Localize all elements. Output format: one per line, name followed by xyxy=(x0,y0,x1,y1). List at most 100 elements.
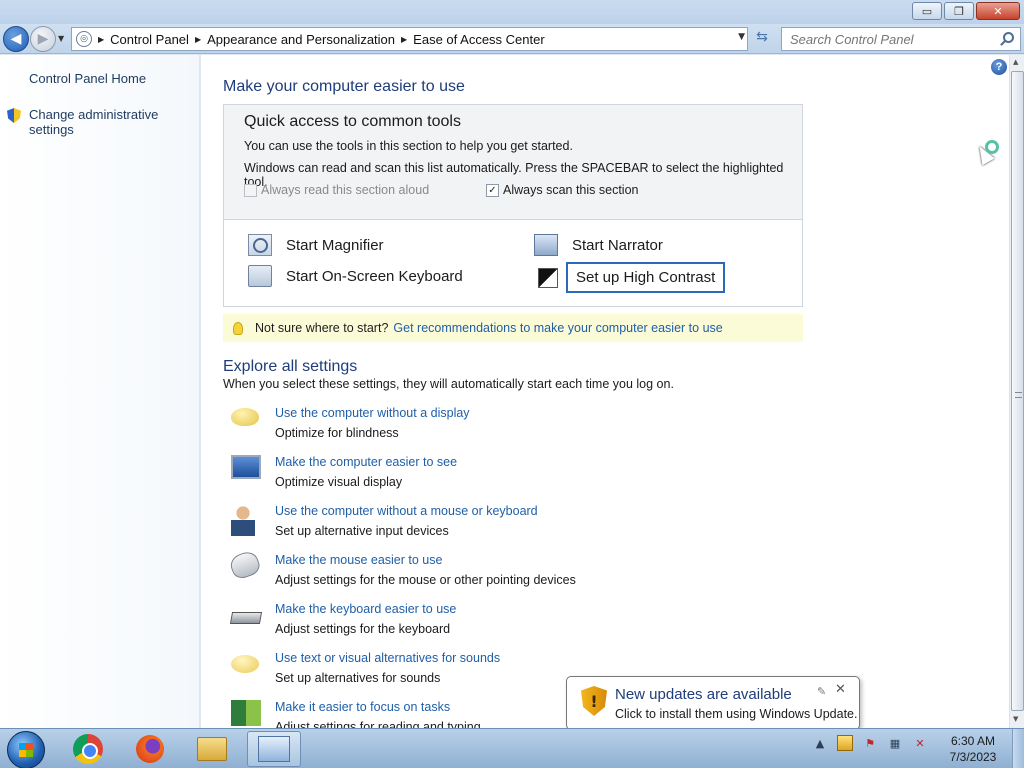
mouse-icon xyxy=(227,548,263,582)
windows-update-tray-icon[interactable] xyxy=(837,735,853,751)
clock[interactable]: 6:30 AM 7/3/2023 xyxy=(940,733,1006,765)
mouse-easier-link[interactable]: Make the mouse easier to use xyxy=(275,553,442,567)
monitor-icon xyxy=(231,455,261,479)
page-title: Make your computer easier to use xyxy=(223,78,465,95)
explore-heading: Explore all settings xyxy=(223,358,358,375)
lightbulb-icon xyxy=(233,321,243,335)
taskbar: ▲ ⚑ ▦ ✕ 6:30 AM 7/3/2023 xyxy=(0,728,1024,768)
start-magnifier-button[interactable]: Start Magnifier xyxy=(248,234,384,256)
setting-description: Adjust settings for the mouse or other p… xyxy=(275,573,576,587)
start-magnifier-label: Start Magnifier xyxy=(286,236,384,254)
breadcrumb-ease-of-access[interactable]: Ease of Access Center xyxy=(413,32,545,47)
setup-high-contrast-button[interactable]: Set up High Contrast xyxy=(538,262,726,293)
sound-alternatives-link[interactable]: Use text or visual alternatives for soun… xyxy=(275,651,500,665)
quick-access-header: Quick access to common tools You can use… xyxy=(224,105,802,220)
checkbox-checked[interactable]: ✓ xyxy=(486,183,499,197)
main-content: ? Make your computer easier to use Quick… xyxy=(201,55,1009,734)
warning-shield-icon: ! xyxy=(581,686,607,716)
speech-bubble-icon xyxy=(231,408,259,426)
uac-shield-icon xyxy=(7,108,21,123)
keyboard-icon xyxy=(229,612,263,624)
setting-item: Use the computer without a mouse or keyb… xyxy=(231,504,791,546)
address-bar[interactable]: ◎ ▶ Control Panel ▶ Appearance and Perso… xyxy=(71,27,748,51)
notification-title[interactable]: New updates are available xyxy=(615,686,792,703)
taskbar-app-firefox[interactable] xyxy=(123,731,177,767)
setting-item: Make the computer easier to see Optimize… xyxy=(231,455,791,497)
back-button[interactable]: ◀ xyxy=(3,26,29,52)
setup-high-contrast-label: Set up High Contrast xyxy=(566,262,726,293)
breadcrumb-appearance[interactable]: Appearance and Personalization xyxy=(207,32,395,47)
network-icon[interactable]: ▦ xyxy=(887,735,903,751)
search-icon[interactable] xyxy=(1003,32,1014,43)
clock-date: 7/3/2023 xyxy=(949,750,997,764)
narrator-icon xyxy=(534,234,558,256)
sound-bubble-icon xyxy=(231,655,259,673)
search-box[interactable] xyxy=(781,27,1021,51)
help-icon[interactable]: ? xyxy=(991,59,1007,75)
forward-button[interactable]: ▶ xyxy=(30,26,56,52)
start-onscreen-keyboard-label: Start On-Screen Keyboard xyxy=(286,267,463,285)
sidebar: Control Panel Home Change administrative… xyxy=(0,55,200,728)
control-panel-icon xyxy=(258,736,290,762)
close-button[interactable]: ✕ xyxy=(976,2,1020,20)
breadcrumb-arrow-icon[interactable]: ▶ xyxy=(98,35,104,44)
setting-description: Optimize visual display xyxy=(275,475,403,489)
keyboard-easier-link[interactable]: Make the keyboard easier to use xyxy=(275,602,456,616)
read-aloud-label: Always read this section aloud xyxy=(261,183,430,197)
scroll-down-icon[interactable]: ▼ xyxy=(1013,715,1018,723)
maximize-button[interactable]: ❐ xyxy=(944,2,974,20)
breadcrumb-control-panel[interactable]: Control Panel xyxy=(110,32,189,47)
minimize-button[interactable]: ▭ xyxy=(912,2,942,20)
action-center-icon[interactable]: ⚑ xyxy=(862,735,878,751)
busy-indicator-icon xyxy=(985,140,999,154)
start-narrator-button[interactable]: Start Narrator xyxy=(534,234,663,256)
start-onscreen-keyboard-button[interactable]: Start On-Screen Keyboard xyxy=(248,265,463,287)
keyboard-icon xyxy=(248,265,272,287)
start-button-icon[interactable] xyxy=(7,731,45,768)
tip-prefix: Not sure where to start? xyxy=(255,321,389,335)
system-tray: ▲ ⚑ ▦ ✕ xyxy=(812,735,928,751)
checkbox-unchecked[interactable] xyxy=(244,183,257,197)
address-dropdown-icon[interactable]: ▼ xyxy=(738,32,745,42)
scan-section-label: Always scan this section xyxy=(503,183,639,197)
easier-to-see-link[interactable]: Make the computer easier to see xyxy=(275,455,457,469)
vertical-scrollbar[interactable]: ▲ ▼ xyxy=(1009,55,1024,728)
breadcrumb-arrow-icon[interactable]: ▶ xyxy=(401,35,407,44)
focus-tasks-link[interactable]: Make it easier to focus on tasks xyxy=(275,700,450,714)
grip-icon xyxy=(1015,392,1022,398)
taskbar-app-chrome[interactable] xyxy=(61,731,115,767)
search-input[interactable] xyxy=(790,31,990,47)
show-hidden-icons-icon[interactable]: ▲ xyxy=(812,735,828,751)
setting-item: Use the computer without a display Optim… xyxy=(231,406,791,448)
sidebar-item-change-admin-settings[interactable]: Change administrative settings xyxy=(29,107,199,137)
no-mouse-keyboard-link[interactable]: Use the computer without a mouse or keyb… xyxy=(275,504,538,518)
recommendation-tip: Not sure where to start? Get recommendat… xyxy=(223,314,803,342)
clock-time: 6:30 AM xyxy=(950,734,996,748)
scan-section-checkbox[interactable]: ✓ Always scan this section xyxy=(486,183,638,197)
no-display-link[interactable]: Use the computer without a display xyxy=(275,406,470,420)
explore-subtitle: When you select these settings, they wil… xyxy=(223,377,674,391)
quick-access-description: You can use the tools in this section to… xyxy=(244,139,573,153)
setting-item: Make the keyboard easier to use Adjust s… xyxy=(229,602,791,644)
update-notification[interactable]: ! New updates are available Click to ins… xyxy=(566,676,860,741)
setting-item: Make the mouse easier to use Adjust sett… xyxy=(227,548,791,595)
start-narrator-label: Start Narrator xyxy=(572,236,663,254)
recent-pages-dropdown-icon[interactable]: ▼ xyxy=(58,34,64,43)
control-panel-icon: ◎ xyxy=(76,31,92,47)
sidebar-item-control-panel-home[interactable]: Control Panel Home xyxy=(29,71,146,86)
notification-text[interactable]: Click to install them using Windows Upda… xyxy=(615,707,857,721)
scrollbar-thumb[interactable] xyxy=(1011,71,1024,711)
taskbar-app-explorer[interactable] xyxy=(185,731,239,767)
read-aloud-checkbox[interactable]: Always read this section aloud xyxy=(244,183,429,197)
taskbar-app-control-panel[interactable] xyxy=(247,731,301,767)
wrench-icon[interactable]: ✎ xyxy=(817,685,826,698)
recommendations-link[interactable]: Get recommendations to make your compute… xyxy=(393,321,722,335)
folder-icon xyxy=(197,737,227,761)
refresh-icon[interactable]: ⇆ xyxy=(751,29,773,49)
notification-close-button[interactable]: ✕ xyxy=(835,682,846,697)
show-desktop-button[interactable] xyxy=(1012,729,1024,768)
magnifier-icon xyxy=(248,234,272,256)
volume-muted-icon[interactable]: ✕ xyxy=(912,735,928,751)
breadcrumb-arrow-icon[interactable]: ▶ xyxy=(195,35,201,44)
scroll-up-icon[interactable]: ▲ xyxy=(1013,58,1018,66)
